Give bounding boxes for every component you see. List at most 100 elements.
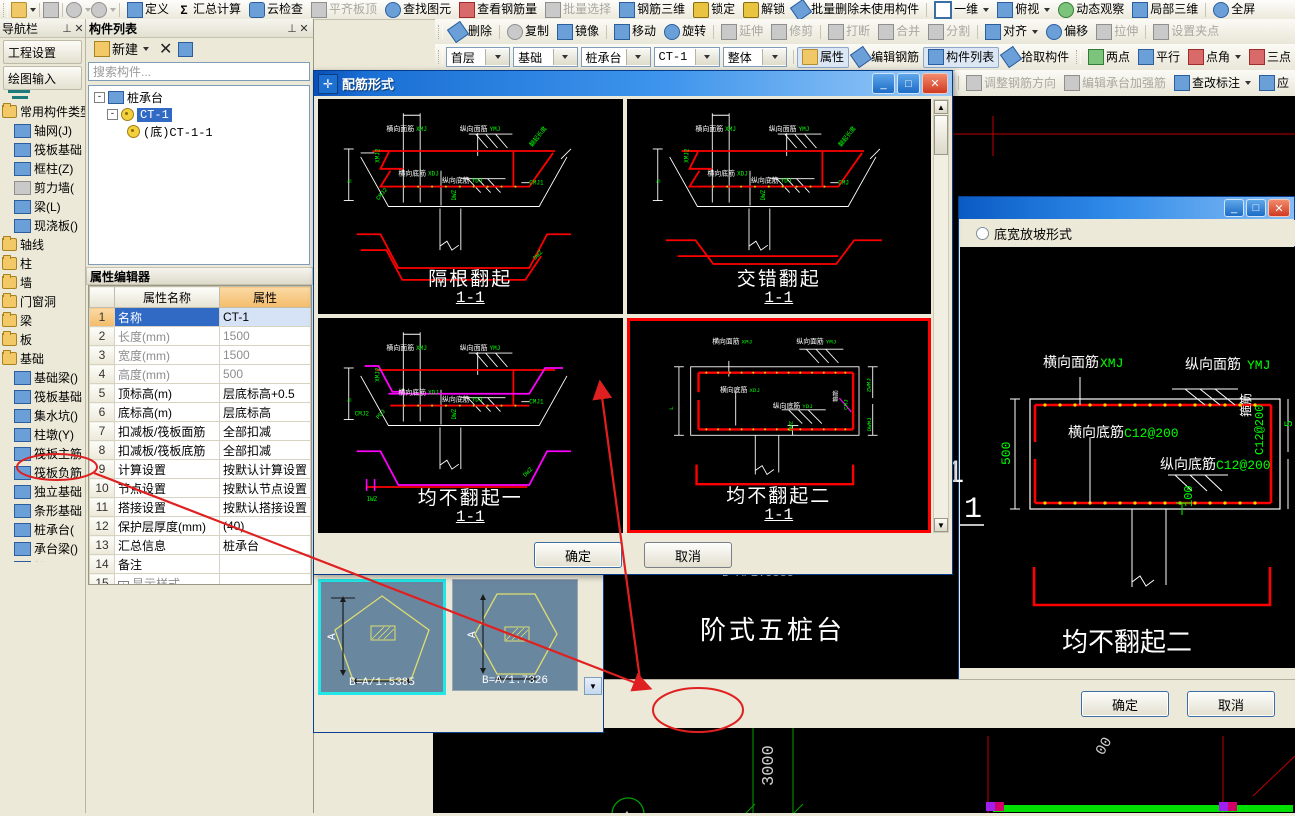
rebar-form-option-3[interactable]: 横向面筋 XMJ 纵向面筋 YMJ 横向底筋 XDJ 纵向底筋 YDJ L ZW… <box>626 318 931 533</box>
nav-tree-item-foundation-beam[interactable]: 基础梁() <box>0 368 85 387</box>
search-input[interactable]: 搜索构件... <box>88 62 310 81</box>
nav-tree-item-raft-2[interactable]: 筏板基础 <box>0 387 85 406</box>
toolbar-button-local-3d[interactable]: 局部三维 <box>1128 0 1202 19</box>
nav-tree-item-slab-group[interactable]: 板 <box>0 330 85 349</box>
main-toolbar-row1[interactable]: 定义 Σ 汇总计算 云检查 平齐板顶 查找图元 查看钢筋量 批量选择 钢筋三维 锁… <box>0 0 1295 20</box>
nav-tree-item-pile[interactable]: 桩(U) <box>0 558 85 562</box>
property-row-value[interactable] <box>218 573 311 584</box>
toolbar-button-cloud-check[interactable]: 云检查 <box>245 0 307 19</box>
component-tree[interactable]: - 桩承台 - CT-1 (底)CT-1-1 <box>88 85 310 265</box>
chevron-down-icon[interactable] <box>1234 55 1241 59</box>
copy-icon[interactable] <box>178 41 194 57</box>
nav-tree-item-strip-foundation[interactable]: 条形基础 <box>0 501 85 520</box>
minimize-button[interactable]: _ <box>872 73 895 94</box>
toolbar-button-mirror[interactable]: 镜像 <box>553 22 603 41</box>
pin-icon[interactable]: ⊥ <box>61 22 73 35</box>
maximize-button[interactable]: □ <box>1246 199 1266 217</box>
component-list-toolbar[interactable]: 新建 ✕ <box>86 37 317 61</box>
rebar-form-option-0[interactable]: 横向面筋 XMJ 纵向面筋 YMJ 横向底筋 XDJ 纵向底筋 YDJ XMJ2… <box>318 99 623 314</box>
property-row[interactable]: 3 宽度(mm) 1500 <box>89 345 311 365</box>
toolbar-button-point-angle[interactable]: 点角 <box>1184 48 1245 67</box>
property-row-value[interactable]: 层底标高 <box>218 402 311 422</box>
toolbar-button-parallel[interactable]: 平行 <box>1134 48 1184 67</box>
toolbar-button-move[interactable]: 移动 <box>610 22 660 41</box>
nav-tree-item-door-window[interactable]: 门窗洞 <box>0 292 85 311</box>
nav-tree-item-axis[interactable]: 轴线 <box>0 235 85 254</box>
property-row-value[interactable]: 按默认计算设置 <box>218 459 311 479</box>
expander-icon[interactable]: - <box>107 109 118 120</box>
toolbar-button-unlock[interactable]: 解锁 <box>739 0 789 19</box>
scroll-down-button[interactable]: ▼ <box>934 518 948 532</box>
property-row[interactable]: 6 底标高(m) 层底标高 <box>89 402 311 422</box>
property-row[interactable]: 2 长度(mm) 1500 <box>89 326 311 346</box>
toolbar-button-three-point[interactable]: 三点 <box>1245 48 1295 67</box>
scrollbar-thumb[interactable] <box>934 115 948 155</box>
toolbar-button-one-d[interactable]: 一维 <box>930 0 993 19</box>
component-select[interactable]: CT-1 <box>653 47 720 67</box>
pile-cap-definition-dialog[interactable]: _ □ ✕ 底宽放坡形式 横向面筋 XMJ 纵向面筋 YMJ 横向底筋 C12@… <box>958 196 1295 721</box>
nav-tree-item-isolated-foundation[interactable]: 独立基础 <box>0 482 85 501</box>
property-row-value[interactable]: 全部扣减 <box>218 440 311 460</box>
property-row-value[interactable] <box>218 554 311 574</box>
pile-shape-list[interactable]: A B=A/1.5385 A B=A/1.7326 ▼ <box>314 575 603 699</box>
property-row[interactable]: 11 搭接设置 按默认搭接设置 <box>89 497 311 517</box>
pile-cap-dialog-titlebar[interactable]: _ □ ✕ <box>959 197 1294 219</box>
nav-tree-item-wall[interactable]: 墙 <box>0 273 85 292</box>
rebar-form-ok-button[interactable]: 确定 <box>534 542 622 568</box>
chevron-down-icon[interactable] <box>1032 29 1039 34</box>
property-row-value[interactable]: 按默认搭接设置 <box>218 497 311 517</box>
toolbar-grip[interactable] <box>3 2 8 17</box>
property-row-value[interactable]: 全部扣减 <box>218 421 311 441</box>
toolbar-button-pick-component[interactable]: 拾取构件 <box>999 45 1073 69</box>
pile-shape-dialog[interactable]: A B=A/1.5385 A B=A/1.7326 ▼ <box>313 567 604 733</box>
navigation-splitter[interactable] <box>2 88 85 99</box>
toolbar-button-rotate[interactable]: 旋转 <box>660 22 710 41</box>
nav-tree-item-cap-beam[interactable]: 承台梁() <box>0 539 85 558</box>
open-file-icon[interactable] <box>11 1 27 18</box>
rebar-form-titlebar[interactable]: ✛ 配筋形式 _ □ ✕ <box>314 71 952 96</box>
chevron-down-icon[interactable] <box>625 49 650 65</box>
nav-tree-item-column-pier[interactable]: 柱墩(Y) <box>0 425 85 444</box>
pile-cap-section-drawing[interactable]: 横向面筋 XMJ 纵向面筋 YMJ 横向底筋 C12@200 纵向底筋 C12@… <box>960 247 1295 668</box>
tree-item-ct1[interactable]: - CT-1 <box>89 106 309 123</box>
scope-select[interactable]: 整体 <box>722 47 788 67</box>
property-row-value[interactable]: CT-1 <box>218 307 311 327</box>
chevron-down-icon[interactable] <box>1245 81 1252 85</box>
close-icon[interactable]: ✕ <box>298 22 310 35</box>
toolbar-button-copy[interactable]: 复制 <box>503 22 553 41</box>
toolbar-button-property[interactable]: 属性 <box>797 46 850 68</box>
chevron-down-icon[interactable]: ▼ <box>584 677 602 695</box>
tree-item-pile-cap[interactable]: - 桩承台 <box>89 89 309 106</box>
rebar-form-option-1[interactable]: 横向面筋 XMJ 纵向面筋 YMJ 横向底筋 XDJ 纵向底筋 YDJ XMJ2… <box>626 99 931 314</box>
nav-button-project-settings[interactable]: 工程设置 <box>3 40 82 64</box>
nav-tree-item-raft-main-rebar[interactable]: 筏板主筋 <box>0 444 85 463</box>
new-component-button[interactable]: 新建 <box>90 40 153 59</box>
chevron-down-icon[interactable] <box>1044 7 1051 12</box>
toolbar-button-apply[interactable]: 应 <box>1255 74 1293 93</box>
property-row[interactable]: 7 扣减板/筏板面筋 全部扣减 <box>89 421 311 441</box>
context-toolbar[interactable]: 首层 基础 桩承台 CT-1 整体 属性 编辑钢筋 构件列表 拾取构件 两点 平… <box>435 44 1295 71</box>
scroll-up-button[interactable]: ▲ <box>934 100 948 114</box>
toolbar-grip[interactable] <box>438 24 443 39</box>
toolbar-button-delete[interactable]: 删除 <box>446 20 496 43</box>
toolbar-button-edit-rebar[interactable]: 编辑钢筋 <box>849 45 923 69</box>
property-row[interactable]: 10 节点设置 按默认节点设置 <box>89 478 311 498</box>
property-row[interactable]: 5 顶标高(m) 层底标高+0.5 <box>89 383 311 403</box>
nav-tree-item-column[interactable]: 柱 <box>0 254 85 273</box>
pile-shape-item-hexagon[interactable]: A B=A/1.7326 <box>452 579 578 691</box>
floor-select[interactable]: 首层 <box>445 47 511 67</box>
property-row[interactable]: 12 保护层厚度(mm) (40) <box>89 516 311 536</box>
nav-tree-item-shear-wall[interactable]: 剪力墙( <box>0 178 85 197</box>
main-cancel-button[interactable]: 取消 <box>1187 691 1275 717</box>
property-row-value[interactable]: 层底标高+0.5 <box>218 383 311 403</box>
chevron-down-icon[interactable] <box>30 7 36 12</box>
nav-tree-item-beam-group[interactable]: 梁 <box>0 311 85 330</box>
toolbar-button-align[interactable]: 对齐 <box>981 22 1042 41</box>
toolbar-grip[interactable] <box>438 50 443 64</box>
minimize-button[interactable]: _ <box>1224 199 1244 217</box>
toolbar-button-view-rebar[interactable]: 查看钢筋量 <box>455 0 541 19</box>
property-row-value[interactable]: 1500 <box>218 345 311 365</box>
delete-x-icon[interactable]: ✕ <box>159 39 172 59</box>
pile-cap-toolbar[interactable]: 调整钢筋方向 编辑承台加强筋 查改标注 应 <box>955 70 1295 97</box>
property-row-value[interactable]: 按默认节点设置 <box>218 478 311 498</box>
